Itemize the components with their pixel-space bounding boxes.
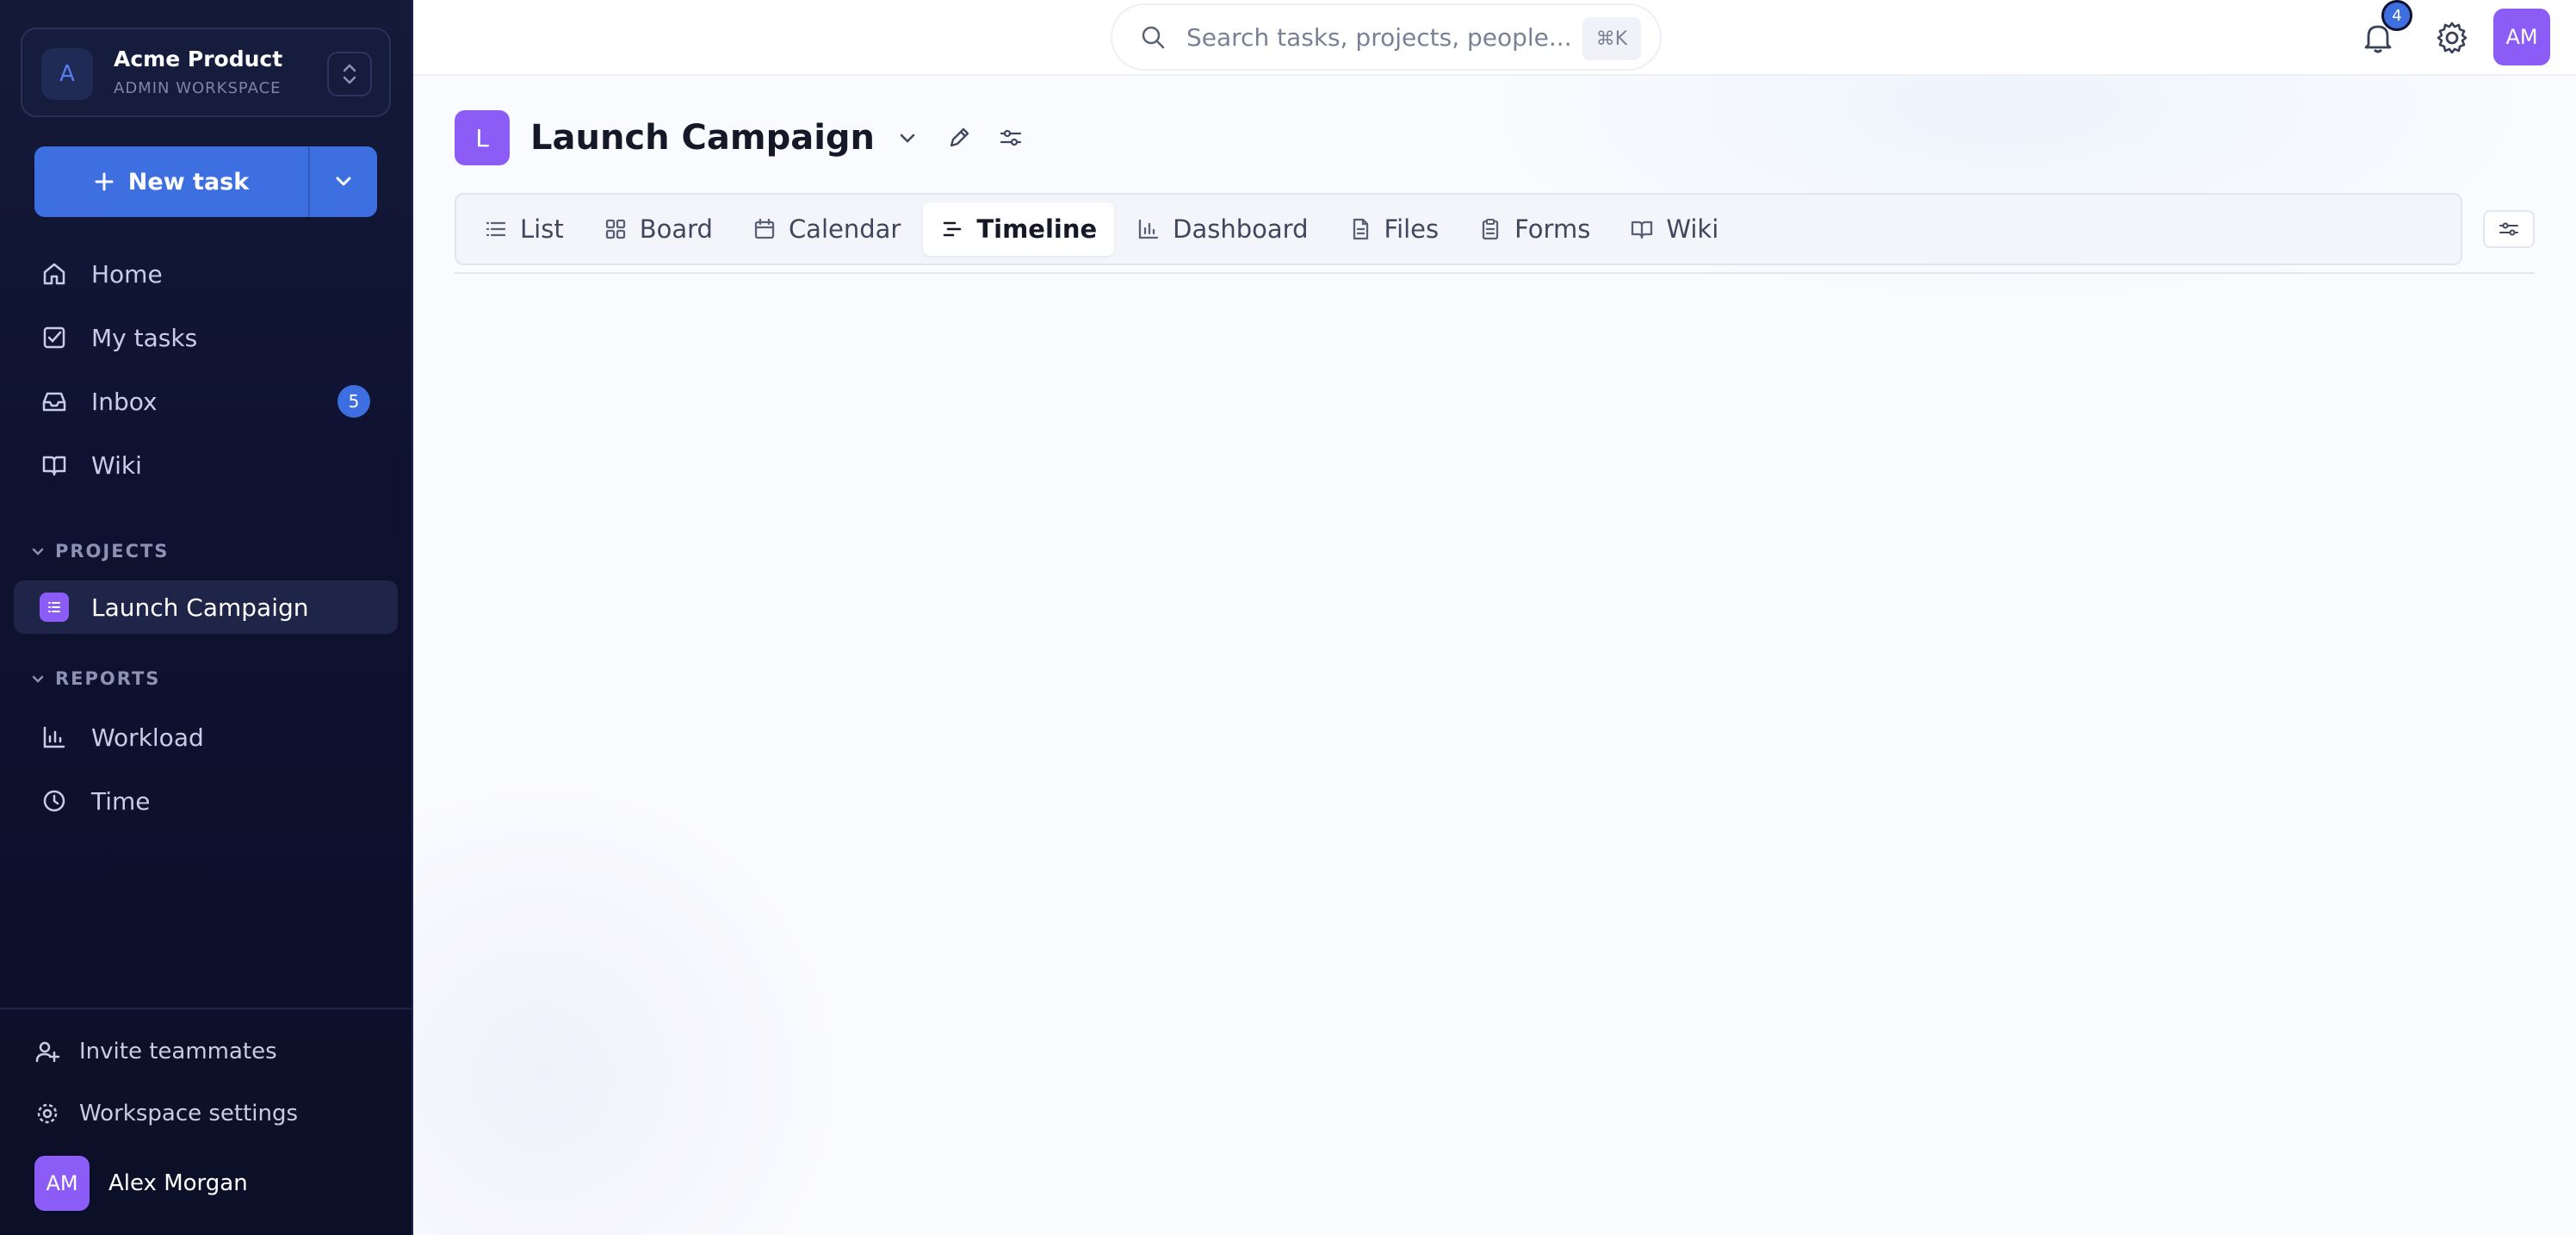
tab-label: Calendar [788, 214, 901, 244]
chevron-down-icon [32, 548, 44, 555]
sidebar: A Acme Product ADMIN WORKSPACE New task … [0, 0, 413, 1235]
page-title: Launch Campaign [530, 118, 876, 158]
tab-label: Dashboard [1173, 214, 1309, 244]
tab-label: Board [639, 214, 713, 244]
workspace-subtitle: ADMIN WORKSPACE [114, 79, 282, 97]
tab-label: List [520, 214, 564, 244]
workspace-name: Acme Product [114, 47, 283, 71]
list-icon [40, 593, 69, 622]
chevrons-up-down-icon[interactable] [327, 52, 372, 96]
tab-label: Files [1384, 214, 1440, 244]
book-icon [40, 450, 69, 480]
bar-chart-icon [1136, 217, 1161, 241]
book-icon [1630, 217, 1654, 241]
sidebar-item-label: Time [91, 786, 151, 816]
timeline-canvas [455, 276, 2535, 1206]
search-icon [1142, 26, 1165, 49]
sidebar-item-label: Workload [91, 723, 204, 752]
clipboard-icon [1478, 217, 1502, 241]
plus-icon [95, 172, 114, 191]
sidebar-item-inbox[interactable]: Inbox 5 [14, 375, 398, 428]
sidebar-divider [0, 1008, 412, 1009]
user-name: Alex Morgan [108, 1170, 248, 1196]
sidebar-item-workload[interactable]: Workload [14, 711, 398, 764]
tab-label: Wiki [1666, 214, 1719, 244]
new-task-label: New task [127, 168, 250, 195]
view-tabs: List Board Calendar Timeline Dashboard F… [455, 193, 2462, 265]
sliders-icon[interactable] [992, 119, 1030, 157]
sidebar-item-label: Home [91, 259, 163, 289]
sidebar-item-label: Launch Campaign [91, 593, 309, 622]
pencil-icon[interactable] [940, 119, 978, 157]
sidebar-item-my-tasks[interactable]: My tasks [14, 311, 398, 364]
projects-heading: PROJECTS [55, 541, 170, 562]
tab-timeline[interactable]: Timeline [923, 202, 1115, 256]
inbox-icon [40, 387, 69, 416]
content-divider [455, 272, 2535, 274]
project-menu-chevron-icon[interactable] [889, 119, 926, 157]
sidebar-item-launch-campaign[interactable]: Launch Campaign [14, 580, 398, 634]
reports-heading: REPORTS [55, 668, 161, 689]
settings-gear-icon[interactable] [2428, 14, 2476, 62]
tab-label: Timeline [976, 214, 1098, 244]
invite-label: Invite teammates [79, 1039, 277, 1064]
new-task-button[interactable]: New task [34, 146, 308, 217]
sliders-icon [2499, 222, 2518, 236]
search-shortcut: ⌘K [1582, 17, 1641, 60]
invite-teammates-link[interactable]: Invite teammates [34, 1039, 277, 1064]
sidebar-item-label: Inbox [91, 387, 158, 416]
sidebar-item-label: Wiki [91, 450, 142, 480]
notification-badge: 4 [2381, 0, 2412, 31]
calendar-icon [752, 217, 777, 241]
gear-icon [37, 1103, 58, 1124]
workspace-settings-link[interactable]: Workspace settings [34, 1101, 298, 1126]
workspace-switcher[interactable]: A Acme Product ADMIN WORKSPACE [21, 28, 391, 117]
tab-files[interactable]: Files [1331, 202, 1457, 256]
bar-chart-icon [40, 723, 69, 752]
top-bar: Search tasks, projects, people... ⌘K 4 A… [413, 0, 2576, 76]
avatar[interactable]: AM [2493, 9, 2550, 65]
new-task-dropdown-button[interactable] [308, 146, 377, 217]
tab-forms[interactable]: Forms [1461, 202, 1607, 256]
user-plus-icon [35, 1041, 60, 1063]
search-placeholder: Search tasks, projects, people... [1186, 22, 1572, 52]
clock-icon [40, 786, 69, 816]
tab-list[interactable]: List [467, 202, 581, 256]
main-content: Search tasks, projects, people... ⌘K 4 A… [413, 0, 2576, 1235]
project-header: L Launch Campaign [455, 110, 1030, 165]
tab-label: Forms [1514, 214, 1591, 244]
grid-icon [604, 217, 628, 241]
project-logo: L [455, 110, 510, 165]
tab-board[interactable]: Board [586, 202, 730, 256]
workspace-settings-label: Workspace settings [79, 1101, 299, 1126]
chevron-down-icon [336, 177, 351, 186]
sidebar-item-home[interactable]: Home [14, 247, 398, 301]
sidebar-item-label: My tasks [91, 323, 198, 352]
list-icon [484, 217, 508, 241]
tab-wiki[interactable]: Wiki [1613, 202, 1736, 256]
tab-calendar[interactable]: Calendar [735, 202, 918, 256]
tab-dashboard[interactable]: Dashboard [1119, 202, 1325, 256]
file-icon [1348, 217, 1372, 241]
new-task-button-group: New task [34, 146, 377, 217]
reports-section-toggle[interactable]: REPORTS [31, 668, 160, 689]
view-options-button[interactable] [2483, 210, 2535, 248]
home-icon [40, 259, 69, 289]
app: A Acme Product ADMIN WORKSPACE New task … [0, 0, 2576, 1235]
sidebar-item-time[interactable]: Time [14, 774, 398, 828]
timeline-icon [940, 217, 964, 241]
projects-section-toggle[interactable]: PROJECTS [31, 541, 169, 562]
sidebar-item-wiki[interactable]: Wiki [14, 438, 398, 492]
chevron-down-icon [32, 675, 44, 683]
check-square-icon [40, 323, 69, 352]
workspace-avatar: A [41, 48, 93, 100]
inbox-count-badge: 5 [337, 385, 370, 418]
user-profile[interactable]: AM Alex Morgan [34, 1156, 248, 1211]
avatar: AM [34, 1156, 90, 1211]
search-input[interactable]: Search tasks, projects, people... ⌘K [1111, 3, 1662, 71]
